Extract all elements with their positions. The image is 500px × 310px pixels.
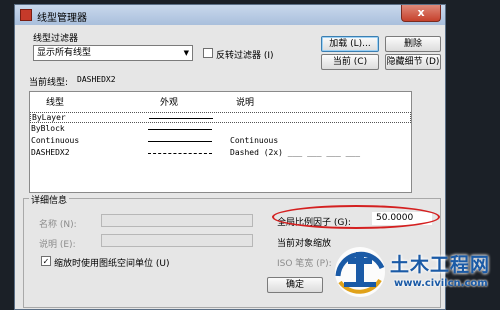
appearance-line [148, 153, 212, 154]
filter-select[interactable]: 显示所有线型 ▼ [33, 45, 193, 61]
appearance-line [149, 118, 213, 119]
list-item[interactable]: DASHEDX2 Dashed (2x) ___ ___ ___ ___ [30, 148, 411, 159]
details-group-label: 详细信息 [29, 193, 70, 206]
title-bar[interactable]: 线型管理器 x [15, 5, 445, 25]
filter-select-value: 显示所有线型 [37, 48, 92, 58]
invert-filter-checkbox[interactable] [203, 48, 213, 58]
list-item[interactable]: ByLayer [30, 112, 411, 123]
linetype-name: ByBlock [31, 124, 65, 133]
current-linetype-value: DASHEDX2 [77, 75, 116, 84]
column-header-description[interactable]: 说明 [236, 95, 254, 108]
linetype-desc: Dashed (2x) ___ ___ ___ ___ [230, 148, 361, 157]
column-header-appearance[interactable]: 外观 [160, 95, 178, 108]
current-scale-label: 当前对象缩放 [277, 239, 332, 249]
list-item[interactable]: ByBlock [30, 124, 411, 135]
delete-button[interactable]: 删除 [385, 36, 441, 52]
hide-details-button[interactable]: 隐藏细节 (D) [385, 54, 441, 70]
highlight-ellipse [272, 205, 440, 229]
name-label: 名称 (N): [39, 220, 77, 230]
watermark-text: 土木工程网 [390, 254, 491, 276]
list-item[interactable]: Continuous Continuous [30, 136, 411, 147]
current-linetype-label: 当前线型: [29, 78, 69, 88]
chevron-down-icon: ▼ [183, 49, 189, 57]
description-label: 说明 (E): [39, 240, 76, 250]
dialog-title: 线型管理器 [37, 13, 87, 24]
linetype-name: DASHEDX2 [31, 148, 70, 157]
linetype-desc: Continuous [230, 136, 279, 145]
civilcn-logo-icon [335, 247, 385, 297]
iso-pen-width-label: ISO 笔宽 (P): [277, 259, 332, 269]
current-button[interactable]: 当前 (C) [321, 54, 379, 70]
watermark-url: www.civilcn.com [394, 278, 488, 289]
watermark: 土木工程网 www.civilcn.com [330, 240, 500, 302]
appearance-line [148, 129, 212, 130]
filter-group-label: 线型过滤器 [33, 34, 79, 44]
load-button[interactable]: 加载 (L)... [321, 36, 379, 52]
paper-space-label: 缩放时使用图纸空间单位 (U) [54, 259, 170, 269]
close-button[interactable]: x [401, 5, 441, 22]
name-field[interactable] [101, 214, 253, 227]
column-header-linetype[interactable]: 线型 [46, 95, 64, 108]
linetype-name: Continuous [31, 136, 80, 145]
ok-button[interactable]: 确定 [267, 277, 323, 293]
invert-filter-label: 反转过滤器 (I) [216, 51, 274, 61]
app-icon [20, 9, 32, 21]
appearance-line [148, 141, 212, 142]
linetype-name: ByLayer [32, 113, 66, 122]
description-field[interactable] [101, 234, 253, 247]
paper-space-checkbox[interactable]: ✓ [41, 256, 51, 266]
linetype-list[interactable]: 线型 外观 说明 ByLayer ByBlock Continuous Cont… [29, 91, 412, 193]
